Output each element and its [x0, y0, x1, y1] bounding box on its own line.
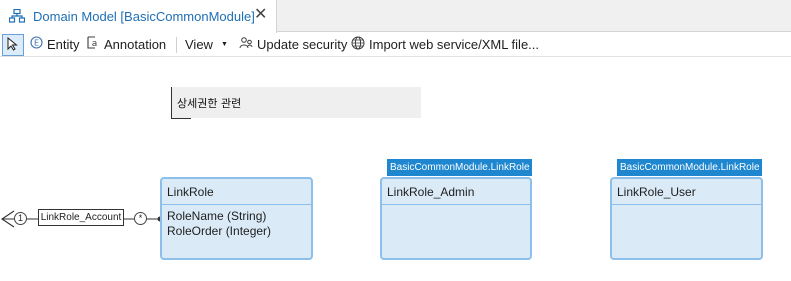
annotation-text: 상세권한 관련	[177, 97, 242, 110]
domain-model-canvas[interactable]: 상세권한 관련 1 LinkRole_Account * LinkRole Ro…	[0, 58, 791, 281]
entity-header: LinkRole_User	[612, 179, 761, 205]
attribute-row[interactable]: RoleName (String)	[167, 209, 271, 224]
attribute-row[interactable]: RoleOrder (Integer)	[167, 224, 271, 239]
annotation-button[interactable]: a Annotation	[87, 33, 166, 55]
import-web-service-button[interactable]: Import web service/XML file...	[351, 33, 539, 55]
chevron-down-icon: ▼	[220, 40, 228, 48]
entity-icon: E	[30, 36, 43, 52]
view-label: View	[185, 36, 213, 52]
toolbar-divider	[176, 37, 177, 53]
update-security-button[interactable]: Update security	[239, 33, 347, 55]
tab-domain-model[interactable]: Domain Model [BasicCommonModule] ✕	[0, 0, 277, 33]
generalization-label: BasicCommonModule.LinkRole	[387, 159, 532, 176]
security-icon	[239, 36, 253, 53]
entity-button[interactable]: E Entity	[30, 33, 80, 55]
svg-text:a: a	[92, 39, 98, 49]
toolbar: E Entity a Annotation View ▼ Update secu…	[0, 33, 791, 57]
annotation-icon: a	[87, 36, 100, 52]
entity-name: LinkRole_User	[617, 185, 696, 199]
view-menu-button[interactable]: View ▼	[185, 33, 228, 55]
entity-linkrole[interactable]: LinkRole RoleName (String) RoleOrder (In…	[160, 177, 313, 260]
entity-attributes: RoleName (String) RoleOrder (Integer)	[167, 209, 271, 239]
globe-icon	[351, 36, 365, 53]
pointer-select-icon	[6, 36, 20, 54]
update-security-label: Update security	[257, 36, 348, 52]
entity-header: LinkRole_Admin	[382, 179, 530, 205]
entity-name: LinkRole_Admin	[387, 185, 475, 199]
svg-text:E: E	[34, 39, 39, 48]
pointer-select-button[interactable]	[2, 34, 24, 56]
tab-strip: Domain Model [BasicCommonModule] ✕	[0, 0, 791, 33]
domain-model-icon	[8, 8, 26, 23]
close-icon[interactable]: ✕	[254, 6, 267, 24]
import-label: Import web service/XML file...	[369, 36, 540, 52]
multiplicity-many: *	[134, 212, 147, 225]
tab-title: Domain Model [BasicCommonModule]	[33, 9, 255, 24]
multiplicity-one: 1	[14, 212, 27, 225]
entity-name: LinkRole	[167, 185, 214, 199]
entity-label: Entity	[47, 36, 80, 52]
annotation-label: Annotation	[104, 36, 167, 52]
generalization-label: BasicCommonModule.LinkRole	[617, 159, 762, 176]
entity-linkrole-user[interactable]: LinkRole_User	[610, 177, 763, 260]
entity-header: LinkRole	[162, 179, 311, 205]
entity-linkrole-admin[interactable]: LinkRole_Admin	[380, 177, 532, 260]
association-label[interactable]: LinkRole_Account	[38, 209, 124, 226]
